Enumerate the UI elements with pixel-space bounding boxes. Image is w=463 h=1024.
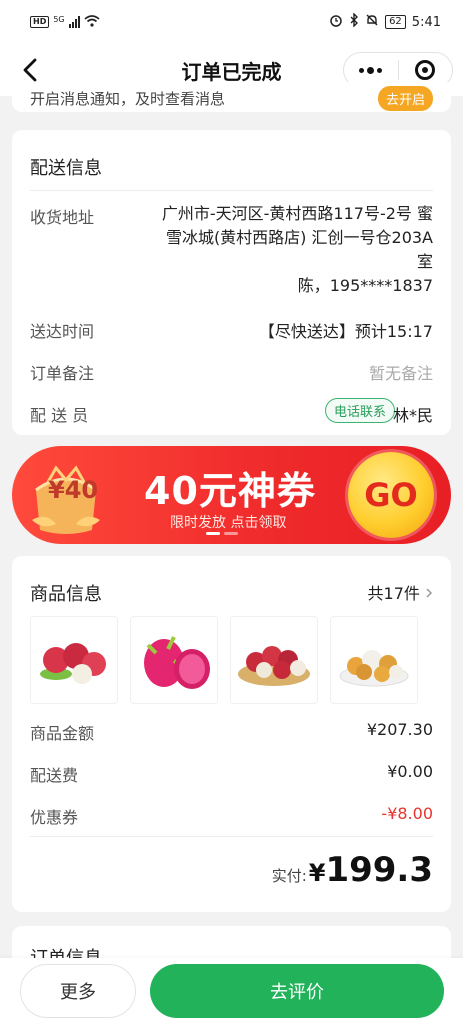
longan-bowl-image[interactable] (330, 616, 418, 704)
goods-title: 商品信息 (30, 584, 102, 605)
coupon-badge: ¥40 (48, 476, 99, 504)
notification-prompt: 开启消息通知，及时查看消息 去开启 (12, 82, 451, 112)
recipient-contact: 陈，195****1837 (297, 276, 433, 295)
carousel-indicator (206, 532, 238, 535)
address-label: 收货地址 (30, 208, 95, 227)
courier-label: 配 送 员 (30, 406, 89, 425)
delivery-time-value: 【尽快送达】预计15:17 (258, 322, 433, 341)
goods-count-link[interactable]: 共17件 (368, 580, 433, 604)
delivery-title: 配送信息 (30, 158, 102, 179)
order-remark-label: 订单备注 (30, 364, 95, 383)
banner-subline: 限时发放 点击领取 (170, 515, 287, 531)
hd-indicator: HD (30, 16, 50, 28)
shipping-fee-label: 配送费 (30, 766, 79, 785)
order-remark-value: 暂无备注 (368, 364, 433, 383)
lychee-basket-image[interactable] (230, 616, 318, 704)
status-left: HD 5G (30, 15, 100, 30)
status-right: 62 5:41 (329, 12, 441, 31)
divider (30, 190, 433, 191)
shipping-fee-value: ¥0.00 (387, 762, 433, 781)
go-label: GO (364, 476, 418, 514)
notice-text: 开启消息通知，及时查看消息 (30, 90, 226, 108)
address-line: 室 (416, 252, 433, 271)
clock: 5:41 (411, 14, 441, 30)
paid-currency: ¥ (308, 859, 326, 887)
goods-thumbnails[interactable] (30, 616, 418, 704)
coupon-value: -¥8.00 (381, 804, 433, 823)
address-line: 广州市-天河区-黄村西路117号-2号 蜜 (161, 204, 433, 223)
address-line: 雪冰城(黄村西路店) 汇创一号仓203A (165, 228, 433, 247)
dragon-fruit-image[interactable] (130, 616, 218, 704)
coupon-label: 优惠券 (30, 808, 79, 827)
status-bar: HD 5G 62 5:41 (0, 0, 463, 44)
network-type: 5G (53, 14, 65, 24)
wifi-icon (84, 14, 100, 30)
mute-icon (365, 13, 379, 31)
lychee-image[interactable] (30, 616, 118, 704)
alarm-icon (329, 13, 343, 31)
coupon-banner[interactable]: ¥40 40元神券 限时发放 点击领取 GO (12, 446, 451, 544)
paid-amount: 199.3 (325, 850, 433, 890)
divider (30, 836, 433, 837)
claim-coupon-button[interactable]: GO (348, 452, 434, 538)
back-button[interactable] (16, 56, 44, 84)
enable-notifications-button[interactable]: 去开启 (377, 86, 433, 111)
page-title: 订单已完成 (181, 59, 282, 84)
address-value: 广州市-天河区-黄村西路117号-2号 蜜 雪冰城(黄村西路店) 汇创一号仓20… (143, 202, 433, 298)
courier-name: 林*民 (392, 406, 433, 425)
chevron-left-icon (23, 58, 37, 82)
bluetooth-icon (349, 12, 359, 31)
target-icon (415, 60, 436, 80)
banner-headline: 40元神券 (144, 469, 316, 513)
goods-info-card: 商品信息 共17件 商品金额 ¥207.30 配送费 ¥0.00 优惠券 -¥8… (12, 556, 451, 912)
more-button[interactable]: 更多 (20, 964, 136, 1018)
chevron-right-icon (426, 588, 433, 598)
bottom-action-bar: 更多 去评价 (0, 958, 463, 1024)
review-button[interactable]: 去评价 (150, 964, 444, 1018)
goods-amount-value: ¥207.30 (366, 720, 433, 739)
paid-label: 实付: (271, 867, 307, 885)
call-courier-button[interactable]: 电话联系 (324, 398, 395, 423)
goods-count: 共17件 (367, 584, 420, 603)
battery-icon: 62 (385, 15, 406, 29)
goods-amount-label: 商品金额 (30, 724, 95, 743)
delivery-time-label: 送达时间 (30, 322, 95, 341)
signal-icon (68, 16, 80, 28)
paid-total: 实付: ¥ 199.3 (272, 850, 433, 890)
